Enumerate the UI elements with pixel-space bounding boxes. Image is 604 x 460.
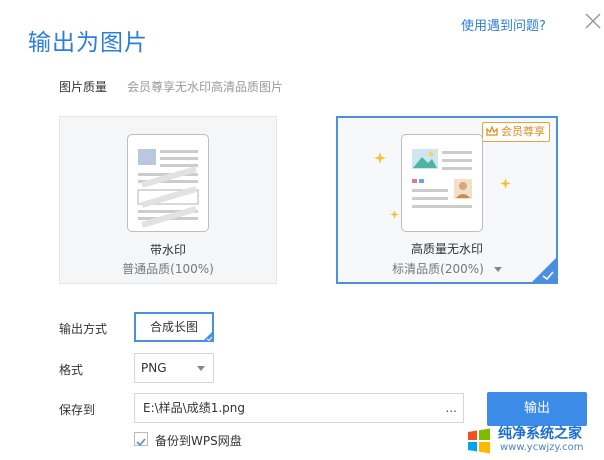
save-to-label: 保存到 [59,403,96,417]
hq-doc-preview [401,134,483,232]
sparkle-icon [390,210,399,219]
output-mode-label: 输出方式 [59,322,108,336]
browse-button[interactable]: ... [446,394,457,422]
windows-logo-icon [468,428,490,454]
option-subtitle: 普通品质(100%) [122,262,214,276]
option-subtitle-text: 标清品质(200%) [392,262,484,276]
watermark-title: 纯净系统之家 [498,426,582,442]
site-watermark-logo: 纯净系统之家 www.ycwjzy.com [462,422,602,458]
help-link[interactable]: 使用遇到问题? [461,15,546,34]
close-icon[interactable] [583,11,603,31]
check-icon [136,438,146,447]
sparkle-icon [500,178,511,189]
backup-label: 备份到WPS网盘 [155,434,242,448]
doc-preview-icon [412,149,472,208]
dialog-title: 输出为图片 [28,30,148,56]
format-label: 格式 [59,363,84,377]
quality-hint: 会员尊享无水印高清品质图片 [127,80,284,94]
format-select[interactable]: PNG [134,353,214,383]
sparkle-icon [374,152,386,164]
quality-label: 图片质量 [59,80,108,94]
selected-check-icon [531,257,557,283]
crown-icon [486,126,498,136]
output-mode-value: 合成长图 [149,320,198,334]
quality-option-watermark[interactable]: 带水印 普通品质(100%) [59,116,277,284]
chevron-down-icon[interactable] [493,267,502,272]
watermark-url: www.ycwjzy.com [500,442,584,453]
save-path-value: E:\样品\成绩1.png [143,401,246,415]
format-value: PNG [141,361,167,375]
output-mode-long-image-button[interactable]: 合成长图 [134,312,214,342]
selected-check-icon [202,330,214,342]
option-name: 带水印 [149,243,186,257]
doc-preview-icon [137,149,199,228]
option-subtitle[interactable]: 标清品质(200%) [338,260,556,277]
quality-option-hq[interactable]: 会员尊享 高质量无水印 标清品质(200%) [336,116,558,284]
chevron-down-icon [197,366,205,371]
option-name: 高质量无水印 [410,242,483,256]
watermark-doc-preview [127,134,209,232]
backup-checkbox[interactable] [134,432,148,447]
vip-badge: 会员尊享 [482,122,550,142]
export-button[interactable]: 输出 [487,392,587,426]
vip-badge-label: 会员尊享 [501,125,545,138]
save-path-input[interactable]: E:\样品\成绩1.png ... [134,393,464,423]
